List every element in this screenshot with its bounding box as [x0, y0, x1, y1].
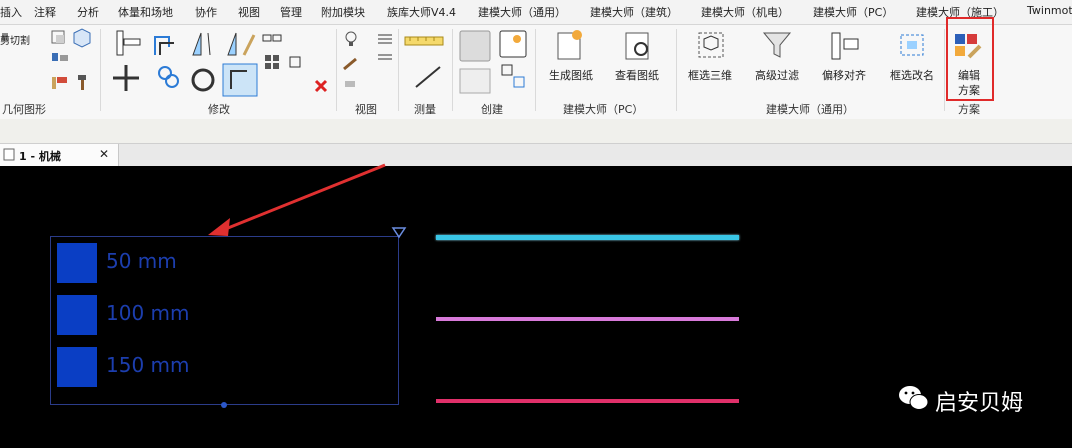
watermark-text: 启安贝姆	[935, 391, 1024, 416]
pipe-cyan[interactable]	[436, 235, 739, 240]
annotation-arrow	[217, 163, 386, 234]
grip-triangle-icon	[391, 227, 407, 239]
arrow-head-icon	[208, 218, 230, 236]
pipe-red[interactable]	[436, 399, 739, 403]
pipe-magenta[interactable]	[436, 317, 739, 321]
grip-dot-icon	[221, 402, 227, 408]
canvas-overlay	[208, 163, 407, 408]
wechat-icon	[899, 386, 929, 410]
